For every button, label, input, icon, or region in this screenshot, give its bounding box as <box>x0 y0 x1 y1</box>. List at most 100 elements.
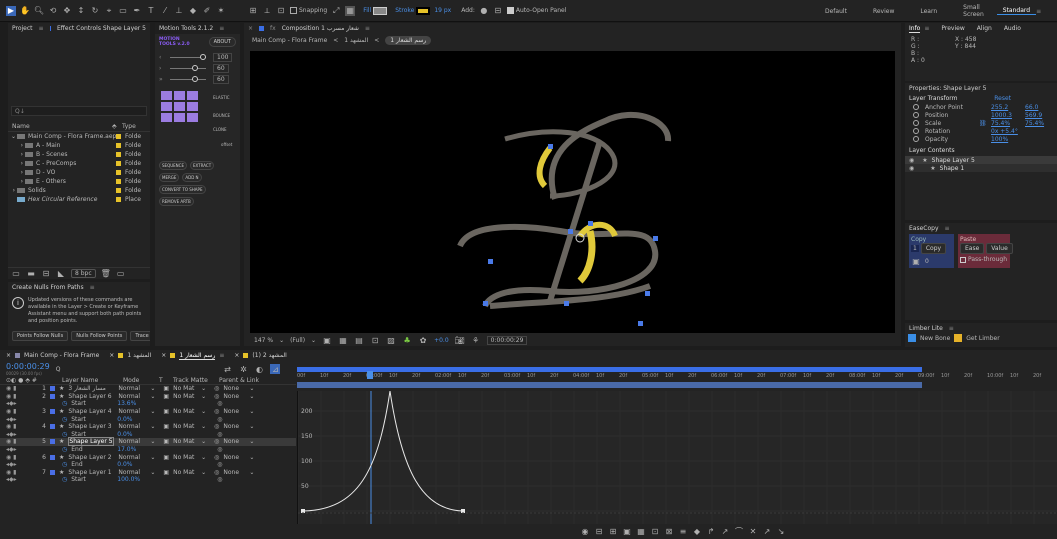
parent-dropdown[interactable]: None <box>223 393 245 400</box>
bounce-label[interactable]: BOUNCE <box>213 113 230 118</box>
timeline-layer-row[interactable]: ◉ ▮ 6 ★ Shape Layer 2 Normal ⌄ ▣ No Mat ⌄ ◎ None ⌄ <box>0 453 296 461</box>
crumb-left-arrow[interactable]: < <box>333 37 338 44</box>
matte-chevron-icon[interactable]: ⌄ <box>201 454 206 461</box>
reset-button[interactable]: Reset <box>994 95 1011 102</box>
parent-dropdown[interactable]: None <box>223 454 245 461</box>
effect-controls-tab[interactable]: Effect Controls Shape Layer 5 <box>57 25 146 32</box>
timeline-property-row[interactable]: ◂◆▸ ◷ Start 13.6% ◎ <box>0 400 296 408</box>
parent-dropdown[interactable]: None <box>223 423 245 430</box>
track-matte-icon[interactable]: ▣ <box>163 393 169 400</box>
roto-brush-icon[interactable]: ✐ <box>202 6 212 16</box>
pan-tool-icon[interactable]: ✥ <box>62 6 72 16</box>
stopwatch-icon[interactable]: ◷ <box>62 461 67 468</box>
exposure-icon[interactable]: ✿ <box>418 336 428 346</box>
layer-color-icon[interactable] <box>50 386 55 392</box>
timeline-layer-row[interactable]: ◉ ▮ 2 ★ Shape Layer 6 Normal ⌄ ▣ No Mat ⌄ ◎ None ⌄ <box>0 393 296 401</box>
timeline-tab[interactable]: × Main Comp - Flora Frame <box>6 352 99 359</box>
ease-in-icon[interactable]: ↗ <box>762 526 772 536</box>
stopwatch-icon[interactable] <box>913 104 919 110</box>
pickwhip-icon[interactable]: ◎ <box>214 393 219 400</box>
matte-chevron-icon[interactable]: ⌄ <box>201 423 206 430</box>
track-matte-dropdown[interactable]: No Mat <box>173 423 197 430</box>
mode-chevron-icon[interactable]: ⌄ <box>150 423 155 430</box>
property-value[interactable]: 0.0% <box>117 461 145 468</box>
limber-tab[interactable]: Limber Lite <box>909 325 943 332</box>
mode-chevron-icon[interactable]: ⌄ <box>150 469 155 476</box>
timeline-layer-row[interactable]: ◉ ▮ 1 ★ مسار الشعار 3 Normal ⌄ ▣ No Mat ⌄ ◎ None ⌄ <box>0 385 296 393</box>
fit-selection-icon[interactable]: ⊡ <box>650 526 660 536</box>
project-search-input[interactable]: Q↓ <box>11 106 147 116</box>
track-matte-icon[interactable]: ▣ <box>163 438 169 445</box>
project-item[interactable]: › E - Others Folde <box>8 177 150 186</box>
parent-chevron-icon[interactable]: ⌄ <box>249 393 254 400</box>
anchor-grid-top[interactable] <box>161 91 198 122</box>
layer-name[interactable]: End <box>71 446 113 453</box>
layer-switches-icon[interactable]: ◉ ▮ <box>6 469 34 476</box>
parent-dropdown[interactable]: None <box>223 385 245 392</box>
comp-flowchart-icon[interactable]: ⇄ <box>222 364 232 374</box>
keyframe-nav-icon[interactable]: ◂◆▸ <box>6 476 34 483</box>
mode-chevron-icon[interactable]: ⌄ <box>150 385 155 392</box>
fit-all-icon[interactable]: ⊠ <box>664 526 674 536</box>
get-limber-icon[interactable] <box>954 334 963 342</box>
interpret-footage-icon[interactable]: ▭ <box>11 268 21 278</box>
close-tab-icon[interactable]: × <box>248 25 253 32</box>
property-value-2[interactable]: 75.4% <box>1025 120 1044 127</box>
stopwatch-icon[interactable]: ◷ <box>62 446 67 453</box>
rectangle-tool-icon[interactable]: ▭ <box>118 6 128 16</box>
draft-3d-icon[interactable]: ✲ <box>238 364 248 374</box>
tab-close-icon[interactable]: × <box>6 352 11 359</box>
sequence-button[interactable]: SEQUENCE <box>159 161 187 170</box>
fill-control[interactable]: Fill <box>363 6 388 15</box>
get-limber-button[interactable]: Get Limber <box>966 335 999 342</box>
paste-value-button[interactable]: Value <box>986 243 1013 254</box>
work-area-range[interactable] <box>297 382 922 388</box>
tab-close-icon[interactable]: × <box>234 352 239 359</box>
project-item[interactable]: › B - Scenes Folde <box>8 150 150 159</box>
mode-chevron-icon[interactable]: ⌄ <box>150 393 155 400</box>
layer-name[interactable]: Start <box>71 400 113 407</box>
layer-mode-dropdown[interactable]: Normal <box>118 454 146 461</box>
layer-switches-icon[interactable]: ◉ ▮ <box>6 408 34 415</box>
layer-switches-icon[interactable]: ◉ ▮ <box>6 454 34 461</box>
convert-to-shape-button[interactable]: CONVERT TO SHAPE <box>159 185 206 194</box>
layer-mode-dropdown[interactable]: Normal <box>118 385 146 392</box>
col-type[interactable]: Type <box>122 123 136 130</box>
pickwhip-icon[interactable]: ◎ <box>217 446 222 453</box>
separate-dims-icon[interactable]: ≡ <box>678 526 688 536</box>
fill-swatch[interactable] <box>373 6 388 15</box>
label-color[interactable] <box>116 143 121 148</box>
col-mode[interactable]: Mode <box>123 377 153 384</box>
pass-through-checkbox[interactable] <box>960 256 966 263</box>
info-tab-info[interactable]: Info <box>909 25 921 33</box>
snap-graph-icon[interactable]: ▦ <box>636 526 646 536</box>
slider-value[interactable]: 60 <box>213 75 229 84</box>
workspace-menu-icon[interactable]: ≡ <box>1036 8 1047 15</box>
extract-button[interactable]: EXTRACT <box>189 161 215 170</box>
copy-slot-icon[interactable]: ▣ <box>911 256 921 266</box>
layer-mode-dropdown[interactable]: Normal <box>118 393 146 400</box>
trace-button[interactable]: Trace <box>130 331 150 341</box>
visibility-eye-icon[interactable]: ◉ <box>909 157 914 164</box>
tab-close-icon[interactable]: × <box>161 352 166 359</box>
parent-chevron-icon[interactable]: ⌄ <box>249 438 254 445</box>
pan-behind-icon[interactable]: ⌖ <box>104 6 114 16</box>
matte-chevron-icon[interactable]: ⌄ <box>201 385 206 392</box>
col-layer-name[interactable]: Layer Name <box>62 377 117 384</box>
pickwhip-icon[interactable]: ◎ <box>217 476 222 483</box>
crumb-main-comp[interactable]: Main Comp - Flora Frame <box>252 37 327 44</box>
auto-open-checkbox[interactable] <box>506 7 514 14</box>
contents-tree-item[interactable]: ◉ ★ Shape 1 <box>905 164 1057 172</box>
world-axis-icon[interactable]: ⟂ <box>262 6 272 16</box>
property-value-2[interactable]: 569.9 <box>1025 112 1042 119</box>
property-value-2[interactable]: 66.0 <box>1025 104 1038 111</box>
layer-mode-dropdown[interactable]: Normal <box>118 408 146 415</box>
property-value[interactable]: 13.6% <box>117 400 145 407</box>
bezier-icon[interactable]: ⊟ <box>493 6 503 16</box>
workspace-learn[interactable]: Learn <box>907 8 950 15</box>
composition-tab[interactable]: Composition 1 شعار مسرب <box>282 25 359 32</box>
eraser-tool-icon[interactable]: ◆ <box>188 6 198 16</box>
motion-slider[interactable] <box>170 76 206 82</box>
slider-value[interactable]: 60 <box>213 64 229 73</box>
property-value-1[interactable]: 0x +5.4° <box>991 128 1019 135</box>
